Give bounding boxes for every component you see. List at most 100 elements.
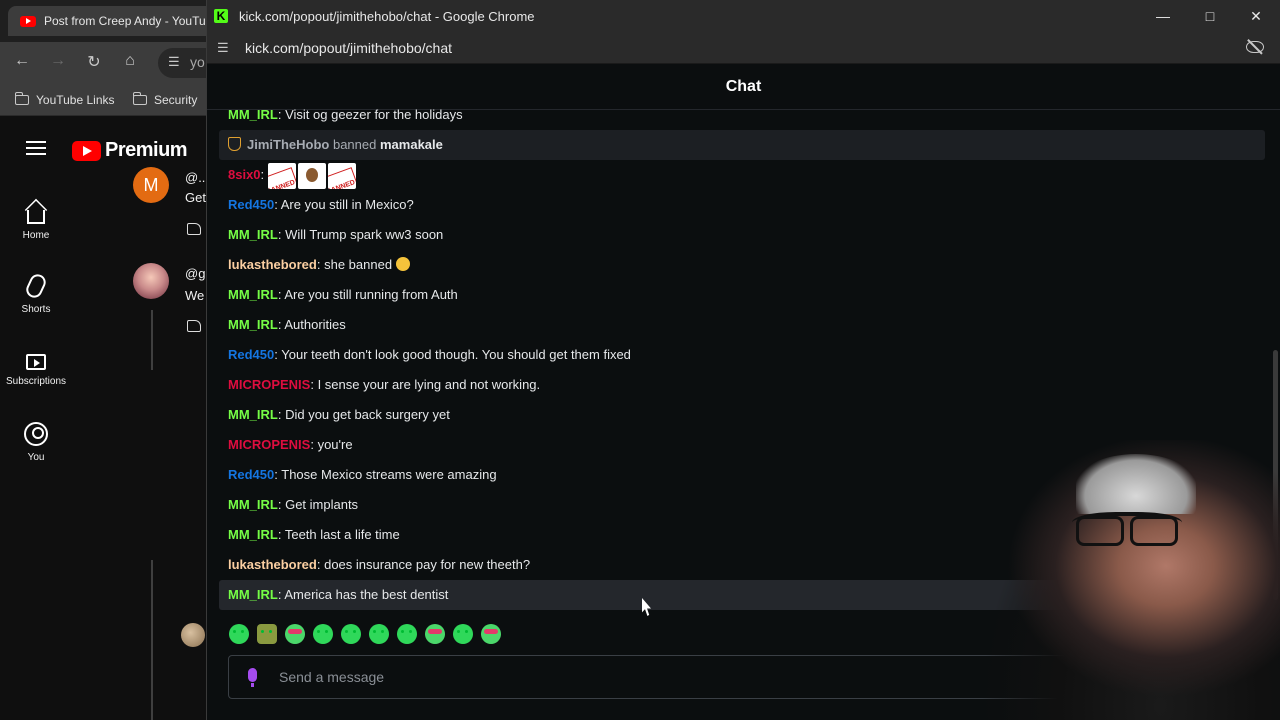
site-settings-icon[interactable]: ☰ <box>217 40 229 56</box>
like-icon[interactable] <box>187 320 201 332</box>
chat-message[interactable]: MM_IRL: Did you get back surgery yet <box>219 400 1265 430</box>
chat-message[interactable]: Red450: Are you still in Mexico? <box>219 190 1265 220</box>
chat-username[interactable]: MM_IRL <box>228 407 278 422</box>
chat-text: I sense your are lying and not working. <box>317 377 541 392</box>
home-nav-icon[interactable]: ⌂ <box>119 52 141 70</box>
avatar[interactable] <box>133 263 169 299</box>
sidebar-item-shorts[interactable]: Shorts <box>0 271 72 315</box>
bookmark-youtube-links[interactable]: YouTube Links <box>14 92 115 107</box>
delete-message-icon[interactable] <box>1252 570 1265 585</box>
emote-icon[interactable] <box>425 624 445 644</box>
eye-off-icon[interactable] <box>1246 41 1264 53</box>
comment-text: Get <box>185 190 206 205</box>
chat-text: Are you still in Mexico? <box>280 197 414 212</box>
chat-message[interactable]: MM_IRL: Get implants <box>219 490 1265 520</box>
grinning-emoji-icon <box>395 257 410 271</box>
home-icon <box>27 210 45 224</box>
chat-text: does insurance pay for new theeth? <box>324 557 531 572</box>
minimize-icon[interactable]: — <box>1153 6 1173 26</box>
moderation-action: banned <box>332 137 377 152</box>
chat-username[interactable]: 8six0 <box>228 167 261 182</box>
chat-username[interactable]: MM_IRL <box>228 527 278 542</box>
chat-username[interactable]: MM_IRL <box>228 107 278 122</box>
banned-emote-icon[interactable] <box>327 162 356 189</box>
folder-icon <box>14 92 29 105</box>
youtube-premium-logo[interactable]: Premium <box>72 139 188 162</box>
back-arrow-icon[interactable]: ← <box>11 52 33 70</box>
site-settings-icon[interactable]: ☰ <box>168 54 180 70</box>
avatar[interactable] <box>181 623 205 647</box>
chat-username[interactable]: MM_IRL <box>228 587 278 602</box>
moderation-notice: JimiTheHobo banned mamakale <box>219 130 1265 160</box>
chat-username[interactable]: Red450 <box>228 347 274 362</box>
emote-icon[interactable] <box>369 624 389 644</box>
emote-icon[interactable] <box>341 624 361 644</box>
emote-icon[interactable] <box>229 624 249 644</box>
chat-username[interactable]: MM_IRL <box>228 497 278 512</box>
folder-icon <box>132 92 147 105</box>
youtube-favicon-icon <box>20 15 36 27</box>
chat-message[interactable]: MM_IRL: Authorities <box>219 310 1265 340</box>
logo-text: Premium <box>105 139 188 161</box>
sidebar-item-subscriptions[interactable]: Subscriptions <box>0 348 72 387</box>
sidebar-label: You <box>27 452 45 463</box>
chat-message[interactable]: MICROPENIS: you're <box>219 430 1265 460</box>
sidebar-label: Home <box>22 230 50 241</box>
chat-username[interactable]: Red450 <box>228 197 274 212</box>
chat-username[interactable]: Red450 <box>228 467 274 482</box>
microphone-icon[interactable] <box>248 668 257 687</box>
chat-message[interactable]: MM_IRL: Are you still running from Auth <box>219 280 1265 310</box>
emote-icon[interactable] <box>481 624 501 644</box>
chat-text: Visit og geezer for the holidays <box>285 107 463 122</box>
chat-username[interactable]: MICROPENIS <box>228 437 310 452</box>
send-message-placeholder: Send a message <box>279 669 385 685</box>
chat-text: you're <box>317 437 353 452</box>
chat-username[interactable]: MICROPENIS <box>228 377 310 392</box>
sidebar-label: Subscriptions <box>5 376 67 387</box>
chat-message[interactable]: MM_IRL: Visit og geezer for the holidays <box>219 100 1265 130</box>
banned-emote-icon[interactable] <box>267 162 296 189</box>
maximize-icon[interactable]: □ <box>1200 6 1220 26</box>
chat-username[interactable]: lukasthebored <box>228 557 317 572</box>
reload-icon[interactable]: ↻ <box>83 52 105 72</box>
chat-message[interactable]: MM_IRL: Teeth last a life time <box>219 520 1265 550</box>
emote-icon[interactable] <box>257 624 277 644</box>
moderator-name[interactable]: JimiTheHobo <box>247 137 329 152</box>
shorts-icon <box>23 271 49 301</box>
kick-chat-window: K kick.com/popout/jimithehobo/chat - Goo… <box>206 0 1280 720</box>
emote-icon[interactable] <box>397 624 417 644</box>
chat-username[interactable]: lukasthebored <box>228 257 317 272</box>
menu-icon[interactable] <box>26 141 46 155</box>
scrollbar[interactable] <box>1273 350 1278 600</box>
bookmark-security[interactable]: Security <box>132 92 197 107</box>
monkey-emote-icon[interactable] <box>297 162 326 189</box>
close-icon[interactable]: ✕ <box>1246 6 1266 26</box>
chat-message-hovered[interactable]: MM_IRL: America has the best dentist <box>219 580 1265 610</box>
emote-icon[interactable] <box>313 624 333 644</box>
background-tab[interactable]: Post from Creep Andy - YouTube <box>8 6 223 36</box>
kick-logo-icon: K <box>214 9 228 23</box>
emote-icon[interactable] <box>285 624 305 644</box>
chat-message[interactable]: lukasthebored: does insurance pay for ne… <box>219 550 1265 580</box>
chat-message[interactable]: MICROPENIS: I sense your are lying and n… <box>219 370 1265 400</box>
avatar[interactable]: M <box>133 167 169 203</box>
bookmark-label: YouTube Links <box>36 93 115 107</box>
send-message-input[interactable]: Send a message <box>228 655 1248 699</box>
forward-arrow-icon[interactable]: → <box>47 52 69 70</box>
chat-message[interactable]: 8six0: <box>219 160 1265 190</box>
omnibox-text: yo <box>190 54 205 70</box>
chat-username[interactable]: MM_IRL <box>228 287 278 302</box>
chat-message[interactable]: lukasthebored: she banned <box>219 250 1265 280</box>
chat-message[interactable]: Red450: Those Mexico streams were amazin… <box>219 460 1265 490</box>
chat-username[interactable]: MM_IRL <box>228 227 278 242</box>
sidebar-item-you[interactable]: You <box>0 422 72 463</box>
banned-user[interactable]: mamakale <box>380 137 443 152</box>
sidebar-item-home[interactable]: Home <box>0 200 72 241</box>
chat-username[interactable]: MM_IRL <box>228 317 278 332</box>
comment-handle[interactable]: @g <box>185 266 205 281</box>
chat-message[interactable]: MM_IRL: Will Trump spark ww3 soon <box>219 220 1265 250</box>
url-text[interactable]: kick.com/popout/jimithehobo/chat <box>245 40 452 56</box>
emote-icon[interactable] <box>453 624 473 644</box>
like-icon[interactable] <box>187 223 201 235</box>
chat-message[interactable]: Red450: Your teeth don't look good thoug… <box>219 340 1265 370</box>
